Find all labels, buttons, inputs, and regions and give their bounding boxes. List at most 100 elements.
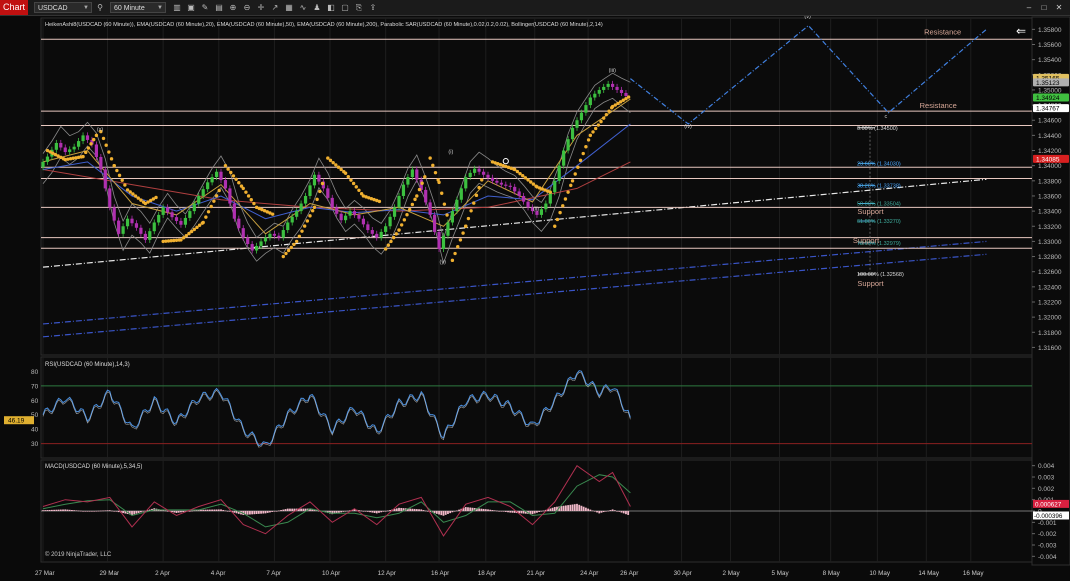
chart-title: HeikenAshi8(USDCAD (60 Minute)), EMA(USD… bbox=[45, 22, 603, 28]
minimize-button[interactable]: – bbox=[1023, 2, 1035, 13]
macd-histogram-bar bbox=[275, 511, 278, 512]
macd-histogram-bar bbox=[373, 511, 376, 513]
macd-histogram-bar bbox=[398, 507, 400, 511]
candle bbox=[606, 83, 610, 87]
parabolic-sar-dot bbox=[469, 209, 473, 213]
candle bbox=[299, 203, 303, 212]
macd-histogram-bar bbox=[366, 511, 369, 512]
macd-histogram-bar bbox=[411, 508, 414, 511]
macd-histogram-bar bbox=[211, 509, 213, 511]
parabolic-sar-dot bbox=[573, 172, 577, 176]
chart-style-icon[interactable]: ◧ bbox=[326, 2, 336, 13]
macd-histogram-bar bbox=[500, 511, 503, 512]
candle bbox=[54, 142, 58, 150]
macd-histogram-bar bbox=[491, 510, 494, 511]
macd-histogram-bar bbox=[208, 509, 211, 511]
chart-tab[interactable]: Chart bbox=[0, 0, 28, 15]
crosshair-icon[interactable]: ✛ bbox=[256, 2, 266, 13]
close-button[interactable]: ✕ bbox=[1053, 2, 1065, 13]
parabolic-sar-dot bbox=[223, 163, 228, 168]
search-icon[interactable]: ⚲ bbox=[95, 2, 105, 13]
rsi-tick-label: 70 bbox=[31, 383, 39, 390]
candle bbox=[575, 120, 579, 128]
parabolic-sar-dot bbox=[109, 157, 114, 161]
parabolic-sar-dot bbox=[187, 231, 191, 236]
indicators-icon[interactable]: ∿ bbox=[298, 2, 308, 13]
candle bbox=[433, 214, 437, 232]
parabolic-sar-dot bbox=[104, 143, 108, 147]
parabolic-sar-dot bbox=[584, 145, 588, 149]
parabolic-sar-dot bbox=[343, 171, 348, 175]
macd-histogram-bar bbox=[215, 509, 218, 511]
templates-icon[interactable]: ▤ bbox=[214, 2, 224, 13]
macd-histogram-bar bbox=[511, 511, 514, 513]
macd-histogram-bar bbox=[533, 511, 536, 514]
macd-histogram-bar bbox=[564, 505, 567, 511]
parabolic-sar-dot bbox=[326, 156, 330, 160]
period-selector[interactable]: 60 Minute ▼ bbox=[110, 2, 166, 13]
parabolic-sar-dot bbox=[131, 192, 135, 196]
candle bbox=[335, 207, 339, 214]
macd-histogram-bar bbox=[616, 511, 618, 512]
parabolic-sar-dot bbox=[555, 217, 560, 222]
draw-object-icon[interactable]: ↗ bbox=[270, 2, 280, 13]
parabolic-sar-dot bbox=[315, 197, 319, 202]
macd-histogram-bar bbox=[449, 511, 452, 514]
parabolic-sar-dot bbox=[513, 167, 517, 172]
candle bbox=[406, 177, 410, 185]
data-box-icon[interactable]: ▢ bbox=[340, 2, 350, 13]
macd-histogram-bar bbox=[593, 511, 596, 512]
macd-histogram-bar bbox=[580, 505, 583, 511]
properties-icon[interactable]: ▣ bbox=[186, 2, 196, 13]
parabolic-sar-dot bbox=[413, 197, 417, 202]
price-tick-label: 1.35400 bbox=[1038, 57, 1062, 64]
x-axis-label: 8 May bbox=[823, 570, 841, 577]
macd-histogram-bar bbox=[229, 511, 231, 512]
macd-histogram-bar bbox=[79, 510, 82, 512]
candle bbox=[228, 188, 232, 204]
macd-histogram-bar bbox=[382, 511, 385, 512]
candle bbox=[410, 169, 414, 178]
candle bbox=[508, 185, 512, 187]
macd-histogram-bar bbox=[251, 511, 254, 515]
chart-area[interactable]: 1.358001.356001.354001.352001.350001.348… bbox=[0, 16, 1070, 581]
arrow-left-icon[interactable]: ⇐ bbox=[1016, 24, 1026, 38]
candle bbox=[117, 220, 121, 234]
x-axis-label: 7 Apr bbox=[266, 570, 281, 577]
macd-histogram-bar bbox=[605, 511, 607, 512]
candle bbox=[59, 142, 63, 148]
macd-histogram-bar bbox=[409, 508, 412, 511]
zoom-out-icon[interactable]: ⊖ bbox=[242, 2, 252, 13]
parabolic-sar-dot bbox=[431, 163, 435, 168]
candle bbox=[379, 231, 383, 238]
candle bbox=[268, 233, 272, 238]
maximize-button[interactable]: □ bbox=[1038, 2, 1050, 13]
strategies-icon[interactable]: ♟ bbox=[312, 2, 322, 13]
rsi-tick-label: 80 bbox=[31, 369, 39, 376]
instrument-selector[interactable]: USDCAD ▼ bbox=[34, 2, 92, 13]
macd-histogram-bar bbox=[611, 509, 614, 511]
hide-panel-icon[interactable]: ▦ bbox=[284, 2, 294, 13]
candle bbox=[584, 105, 588, 113]
parabolic-sar-dot bbox=[410, 202, 415, 207]
price-tick-label: 1.33800 bbox=[1038, 178, 1062, 185]
candle bbox=[455, 199, 459, 212]
candle bbox=[562, 150, 566, 166]
parabolic-sar-dot bbox=[117, 173, 122, 178]
bar-chart-icon[interactable]: ▥ bbox=[172, 2, 182, 13]
candle bbox=[161, 207, 165, 215]
candle bbox=[548, 192, 552, 204]
parabolic-sar-dot bbox=[402, 218, 407, 222]
parabolic-sar-dot bbox=[107, 150, 111, 154]
attach-icon[interactable]: ⎘ bbox=[354, 2, 364, 13]
macd-histogram-bar bbox=[117, 511, 120, 513]
candle bbox=[490, 177, 495, 181]
parabolic-sar-dot bbox=[593, 126, 598, 131]
share-icon[interactable]: ⇪ bbox=[368, 2, 378, 13]
parabolic-sar-dot bbox=[226, 167, 230, 171]
pencil-icon[interactable]: ✎ bbox=[200, 2, 210, 13]
macd-histogram-bar bbox=[249, 511, 251, 515]
zoom-icon[interactable]: ⊕ bbox=[228, 2, 238, 13]
macd-histogram-bar bbox=[300, 508, 302, 511]
parabolic-sar-dot bbox=[209, 204, 213, 209]
